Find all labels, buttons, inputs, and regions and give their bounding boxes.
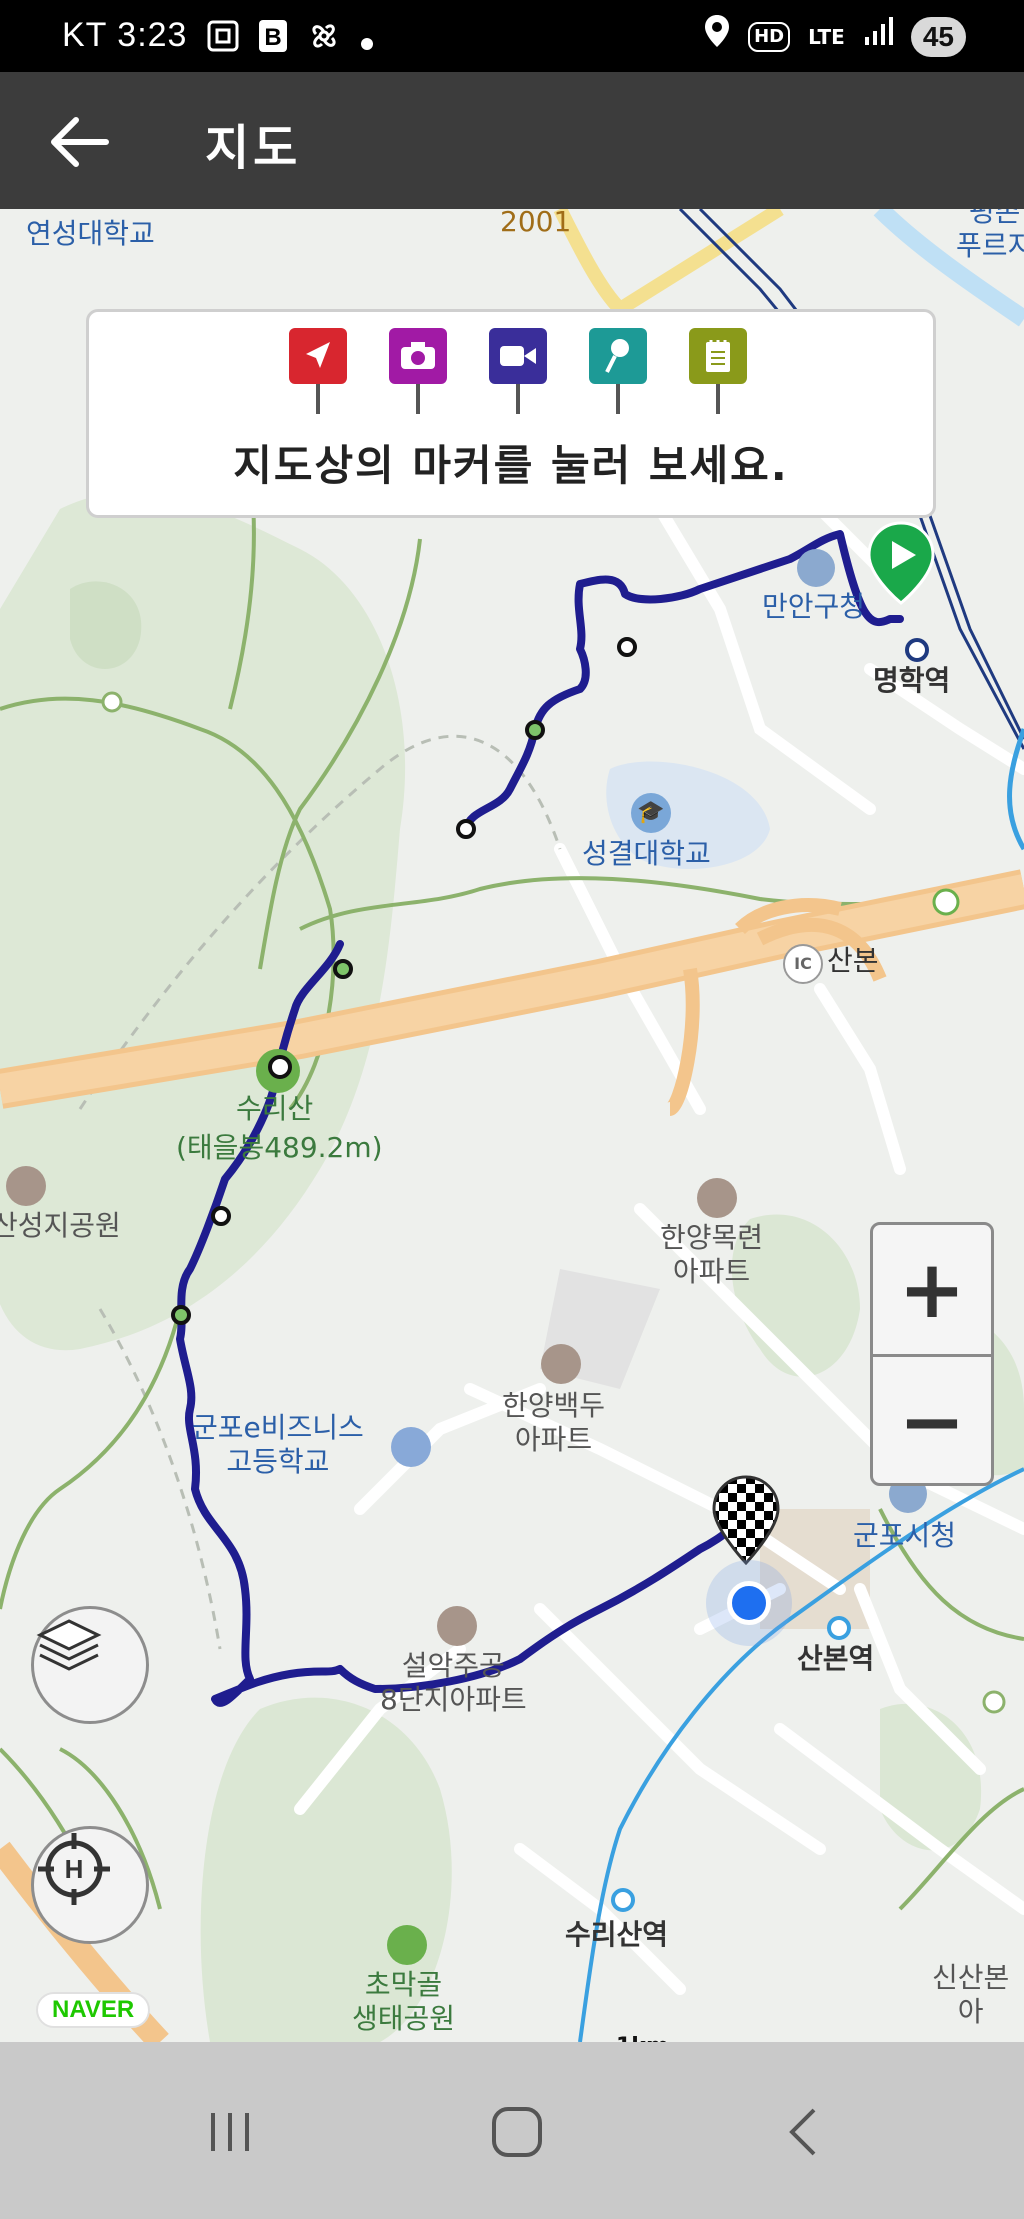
direction-marker[interactable]: [289, 328, 347, 418]
label-sanbon: 산본: [827, 944, 879, 977]
label-top-right: 평촌 푸르지: [956, 209, 1024, 262]
tree-icon: [387, 1925, 427, 1965]
label-manan-office: 만안구청: [762, 590, 866, 623]
page-title: 지도: [205, 120, 302, 176]
ic-badge: IC: [783, 944, 823, 984]
apartment-icon: [541, 1344, 581, 1384]
hd-icon: HD: [748, 21, 791, 52]
apartment-icon: [437, 1606, 477, 1646]
lte-icon: LTE: [808, 24, 845, 49]
label-gunpo-city-hall: 군포시청: [853, 1519, 957, 1552]
park-icon: [6, 1166, 46, 1206]
status-icons-left: B: [206, 18, 374, 65]
notepad-icon: [689, 328, 747, 384]
recent-apps-icon: [211, 2113, 249, 2151]
university-icon: 🎓: [631, 793, 671, 833]
label-gunpo-school: 군포e비즈니스 고등학교: [192, 1411, 364, 1478]
finish-marker[interactable]: [710, 1475, 782, 1565]
label-road-2001: 2001: [500, 209, 572, 238]
naver-logo: NAVER: [36, 1992, 151, 2028]
chevron-left-icon: [789, 2108, 816, 2156]
label-myeonghak-station: 명학역: [873, 664, 951, 697]
arrow-left-icon: [51, 117, 109, 167]
label-taeeulbong: (태을봉489.2m): [176, 1131, 383, 1164]
label-chomakgol: 초막골 생태공원: [352, 1968, 456, 2035]
hint-text: 지도상의 마커를 눌러 보세요.: [233, 441, 789, 490]
status-icons-right: HD LTE 45: [704, 14, 966, 59]
zoom-controls: + −: [870, 1222, 994, 1486]
layers-button[interactable]: [31, 1606, 149, 1724]
zoom-out-button[interactable]: −: [873, 1357, 991, 1486]
label-seonggyeol-univ: 성결대학교: [582, 837, 711, 870]
home-button[interactable]: [477, 2092, 557, 2172]
signal-icon: [863, 15, 893, 58]
dot-icon: [360, 22, 374, 62]
home-icon: [492, 2107, 542, 2157]
label-yeonseong-univ: 연성대학교: [26, 217, 155, 250]
location-icon: [704, 14, 730, 59]
label-hanyang-baekdu: 한양백두 아파트: [502, 1389, 606, 1456]
video-camera-icon: [489, 328, 547, 384]
camera-icon: [389, 328, 447, 384]
battery-indicator: 45: [910, 16, 966, 57]
label-surisan-station: 수리산역: [565, 1918, 669, 1951]
label-sinsanbon: 신산본 아: [932, 1961, 1010, 2028]
microphone-icon: [589, 328, 647, 384]
audio-marker[interactable]: [589, 328, 647, 418]
pinwheel-icon: [306, 18, 342, 65]
memo-marker[interactable]: [689, 328, 747, 418]
svg-text:B: B: [264, 24, 281, 51]
label-surisan: 수리산: [236, 1092, 314, 1125]
government-icon: [797, 549, 835, 587]
zoom-in-button[interactable]: +: [873, 1225, 991, 1357]
scale-label: 1km: [616, 2034, 669, 2042]
video-marker[interactable]: [489, 328, 547, 418]
crosshair-icon: H: [38, 1833, 110, 1905]
label-park-left: 산성지공원: [0, 1209, 121, 1242]
label-hanyang-mokryeon: 한양목련 아파트: [660, 1221, 764, 1288]
marker-hint-panel: 지도상의 마커를 눌러 보세요.: [86, 309, 936, 518]
status-time: KT 3:23: [62, 16, 188, 54]
marker-legend: [289, 328, 747, 418]
play-icon: [867, 521, 935, 605]
start-marker[interactable]: [866, 521, 936, 605]
layers-icon: [36, 1619, 102, 1671]
checkered-flag-icon: [712, 1475, 780, 1565]
apartment-icon: [697, 1178, 737, 1218]
b-app-icon: B: [258, 19, 288, 64]
recent-apps-button[interactable]: [190, 2092, 270, 2172]
system-back-button[interactable]: [764, 2092, 844, 2172]
status-bar: KT 3:23 B HD LTE 45: [0, 0, 1024, 72]
svg-text:H: H: [65, 1854, 84, 1884]
screenshot-icon: [206, 19, 240, 64]
current-location-dot: [706, 1560, 792, 1646]
app-bar: 지도: [0, 72, 1024, 209]
school-icon: [391, 1427, 431, 1467]
recenter-button[interactable]: H: [31, 1826, 149, 1944]
back-button[interactable]: [46, 112, 116, 172]
system-nav-bar: [0, 2042, 1024, 2219]
label-sanbon-station: 산본역: [797, 1642, 875, 1675]
photo-marker[interactable]: [389, 328, 447, 418]
navigation-arrow-icon: [289, 328, 347, 384]
label-seorak: 설악주공 8단지아파트: [380, 1649, 527, 1716]
